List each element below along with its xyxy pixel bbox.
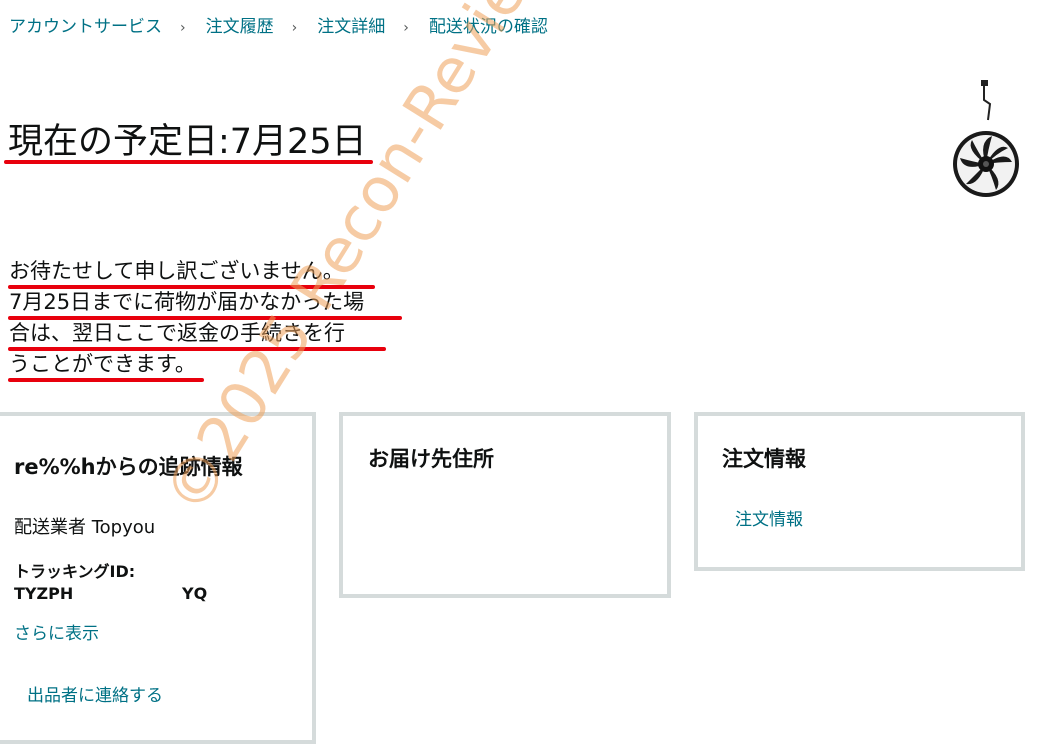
order-card-title: 注文情報	[722, 447, 806, 471]
tracking-id-part2: YQ	[182, 584, 208, 603]
notice-line: 7月25日までに荷物が届かなかった場	[9, 290, 365, 314]
order-info-card: 注文情報 注文情報	[694, 412, 1025, 571]
carrier-info: 配送業者 Topyou	[14, 517, 156, 538]
title-highlight-underline	[4, 160, 373, 164]
product-fan-image	[953, 80, 1019, 197]
breadcrumb-order-details[interactable]: 注文詳細	[317, 17, 385, 37]
notice-line: お待たせして申し訳ございません。	[9, 259, 344, 283]
show-more-link[interactable]: さらに表示	[14, 619, 99, 644]
tracking-id-part1: TYZPH	[14, 584, 74, 603]
notice-highlight-underline	[8, 347, 386, 351]
breadcrumb-order-history[interactable]: 注文履歴	[206, 17, 274, 37]
tracking-card-title: re%%hからの追跡情報	[14, 455, 243, 479]
notice-line: 合は、翌日ここで返金の手続きを行	[9, 321, 345, 345]
notice-highlight-underline	[8, 316, 402, 320]
breadcrumb-separator-icon: ›	[403, 20, 409, 36]
breadcrumb-track-package[interactable]: 配送状況の確認	[429, 17, 548, 37]
order-info-link[interactable]: 注文情報	[735, 505, 803, 530]
delivery-address-card: お届け先住所	[339, 412, 671, 598]
tracking-info-card: re%%hからの追跡情報 配送業者 Topyou トラッキングID: TYZPH…	[0, 412, 316, 744]
delivery-date-title: 現在の予定日:7月25日	[8, 122, 367, 162]
address-card-title: お届け先住所	[368, 447, 494, 471]
tracking-id-label: トラッキングID:	[14, 562, 136, 581]
notice-highlight-underline	[8, 285, 375, 289]
breadcrumb-separator-icon: ›	[180, 20, 186, 36]
notice-line: うことができます。	[9, 352, 196, 376]
breadcrumb-separator-icon: ›	[291, 20, 298, 36]
breadcrumb: アカウントサービス › 注文履歴 › 注文詳細 › 配送状況の確認	[9, 12, 548, 37]
contact-seller-link[interactable]: 出品者に連絡する	[27, 681, 163, 706]
breadcrumb-account-services[interactable]: アカウントサービス	[9, 17, 162, 37]
notice-highlight-underline	[8, 378, 204, 382]
